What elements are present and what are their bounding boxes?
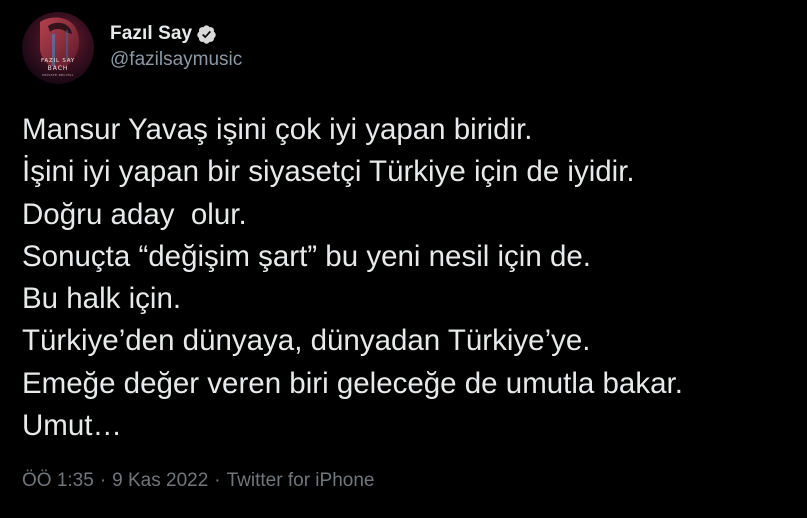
display-name[interactable]: Fazıl Say [110,23,192,45]
tweet-line: Doğru aday olur. [22,197,247,231]
tweet-text: Mansur Yavaş işini çok iyi yapan biridir… [22,109,792,447]
tweet-line: Mansur Yavaş işini çok iyi yapan biridir… [22,113,533,146]
tweet-line: Türkiye’den dünyaya, dünyadan Türkiye’ye… [22,324,591,358]
tweet-line: Emeğe değer veren biri geleceğe de umutl… [22,366,683,400]
avatar[interactable]: FAZIL SAY BACH PRIVATE RECITAL [22,12,94,84]
tweet-line: Bu halk için. [22,282,182,316]
avatar-text-top: FAZIL SAY [41,58,75,64]
avatar-text-mid: BACH [48,65,69,72]
footer-separator: · [99,470,107,491]
avatar-text-bottom: PRIVATE RECITAL [42,73,73,77]
user-handle[interactable]: @fazilsaymusic [110,49,242,71]
tweet-card: FAZIL SAY BACH PRIVATE RECITAL Fazıl Say… [0,0,807,518]
tweet-time[interactable]: ÖÖ 1:35 [22,470,94,492]
tweet-line: Sonuçta “değişim şart” bu yeni nesil içi… [22,239,591,273]
tweet-line: İşini iyi yapan bir siyasetçi Türkiye iç… [22,155,635,189]
tweet-footer: ÖÖ 1:35 · 9 Kas 2022 · Twitter for iPhon… [22,470,374,492]
user-meta: Fazıl Say @fazilsaymusic [110,12,242,71]
verified-badge-icon [197,24,216,44]
name-row: Fazıl Say [110,22,242,46]
tweet-date[interactable]: 9 Kas 2022 [112,470,208,492]
tweet-source[interactable]: Twitter for iPhone [227,470,375,492]
tweet-header: FAZIL SAY BACH PRIVATE RECITAL Fazıl Say… [22,12,242,84]
footer-separator: · [214,470,221,491]
tweet-line: Umut… [22,409,122,443]
